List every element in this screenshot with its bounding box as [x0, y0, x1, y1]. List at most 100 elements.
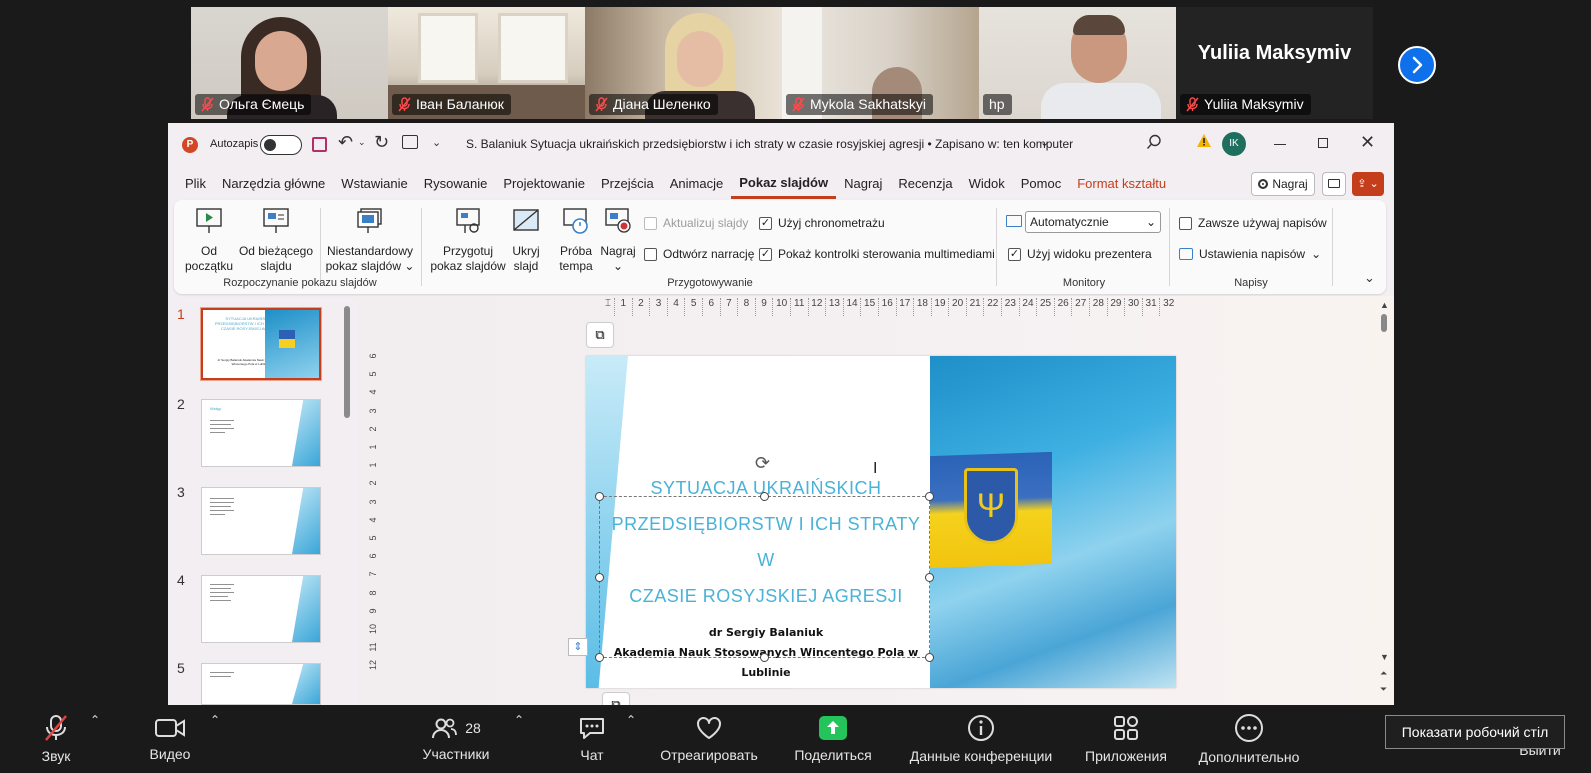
resize-handle[interactable] [760, 492, 769, 501]
ruler-tick-label: 16 [877, 298, 896, 316]
ruler-tick-label: 5 [684, 298, 702, 316]
slide-thumbnail-4[interactable]: ▬▬▬▬▬▬▬▬ ▬▬▬▬▬▬▬ ▬▬▬▬▬▬▬▬ ▬▬▬▬▬▬ ▬▬▬▬▬▬▬ [201, 575, 321, 643]
audio-button[interactable]: Звук [28, 705, 84, 773]
undo-dropdown-icon[interactable]: ⌄ [358, 137, 366, 148]
mic-muted-icon [45, 715, 67, 741]
next-page-button[interactable] [1398, 46, 1436, 84]
record-button[interactable]: Nagraj [1251, 172, 1315, 196]
undo-icon[interactable]: ↶ [338, 132, 353, 153]
thumbnail-scrollbar[interactable] [344, 306, 350, 418]
minimize-button[interactable] [1274, 144, 1286, 145]
group-label-monitors: Monitory [1062, 277, 1106, 289]
tab-recenzja[interactable]: Recenzja [890, 169, 960, 199]
rotate-handle-icon[interactable]: ⟳ [755, 453, 770, 474]
more-icon [1235, 714, 1263, 742]
redo-icon[interactable]: ↻ [374, 132, 389, 153]
audio-options-caret[interactable]: ⌃ [90, 713, 100, 727]
warning-icon[interactable] [1196, 133, 1212, 152]
apps-button[interactable]: Приложения [1078, 705, 1174, 773]
mic-muted-icon [595, 97, 608, 112]
tab-widok[interactable]: Widok [961, 169, 1013, 199]
collapse-ribbon-icon[interactable]: ⌄ [1364, 270, 1375, 286]
slide-thumbnail-1[interactable]: SYTUACJA UKRAIŃSKICH PRZEDSIĘBIORSTW I I… [200, 307, 322, 381]
resize-handle[interactable] [925, 653, 934, 662]
react-button[interactable]: Отреагировать [654, 705, 764, 773]
tab-pokaz-slajdow[interactable]: Pokaz slajdów [731, 169, 837, 199]
resize-handle[interactable] [925, 573, 934, 582]
restore-button[interactable] [1318, 138, 1328, 148]
tab-projektowanie[interactable]: Projektowanie [495, 169, 593, 199]
designer-button[interactable]: ⧉ [586, 322, 614, 348]
powerpoint-window: P Autozapis ↶ ⌄ ↻ ⌄ S. Balaniuk Sytuacja… [168, 123, 1394, 705]
participant-tile-3[interactable]: Діана Шеленко [585, 7, 782, 119]
hide-slide-button[interactable]: Ukryj slajd [508, 206, 544, 274]
tab-nagraj[interactable]: Nagraj [836, 169, 890, 199]
resize-handle[interactable] [925, 492, 934, 501]
designer-button-bottom[interactable]: ⧉ [602, 692, 630, 705]
custom-slideshow-button[interactable]: Niestandardowy pokaz slajdów ⌄ [324, 206, 416, 274]
from-current-slide-button[interactable]: Od bieżącego slajdu [238, 206, 314, 274]
show-media-controls-checkbox[interactable]: ✓ Pokaż kontrolki sterowania multimediami [759, 247, 995, 261]
tab-pomoc[interactable]: Pomoc [1013, 169, 1069, 199]
monitor-icon [1006, 215, 1022, 227]
tab-animacje[interactable]: Animacje [662, 169, 731, 199]
participant-tile-4[interactable]: Mykola Sakhatskyi [782, 7, 979, 119]
tab-narzedzia-glowne[interactable]: Narzędzia główne [214, 169, 333, 199]
from-beginning-button[interactable]: Od początku [184, 206, 234, 274]
update-slides-checkbox[interactable]: Aktualizuj slajdy [644, 216, 748, 230]
slide-thumbnail-5[interactable]: ▬▬▬▬▬▬▬▬ ▬▬▬▬▬▬▬ [201, 663, 321, 705]
tab-plik[interactable]: Plik [177, 169, 214, 199]
chat-options-caret[interactable]: ⌃ [626, 713, 636, 727]
video-options-caret[interactable]: ⌃ [210, 713, 220, 727]
caption-settings-button[interactable]: Ustawienia napisów ⌄ [1179, 247, 1321, 261]
fit-slide-button[interactable]: ⇕ [568, 638, 588, 656]
participant-tile-5-active-speaker[interactable]: hp [979, 7, 1176, 119]
document-title[interactable]: S. Balaniuk Sytuacja ukraińskich przedsi… [466, 137, 1073, 151]
always-captions-checkbox[interactable]: Zawsze używaj napisów [1179, 216, 1327, 230]
autosave-toggle[interactable] [260, 135, 302, 155]
use-timings-checkbox[interactable]: ✓ Użyj chronometrażu [759, 216, 885, 230]
resize-handle[interactable] [760, 653, 769, 662]
slide-thumbnail-2[interactable]: Wstęp ▬▬▬▬▬▬▬▬ ▬▬▬▬▬▬▬ ▬▬▬▬▬▬▬▬ ▬▬▬▬▬ [201, 399, 321, 467]
slide-canvas[interactable]: Ψ SYTUACJA UKRAIŃSKICH PRZEDSIĘBIORSTW I… [586, 356, 1176, 688]
participants-button[interactable]: 28 Участники [420, 705, 492, 773]
save-icon[interactable] [312, 137, 327, 152]
rehearse-timings-button[interactable]: Próba tempa [558, 206, 594, 274]
vertical-ruler: 6 5 4 3 2 1 1 2 3 4 5 6 7 8 9 10 11 12 [366, 351, 380, 691]
ribbon-separator [1169, 208, 1170, 286]
share-screen-button[interactable]: Поделиться [788, 705, 878, 773]
title-dropdown-icon[interactable]: ⌄ [1040, 136, 1049, 149]
participant-tile-2[interactable]: Іван Баланюк [388, 7, 585, 119]
vertical-scrollbar[interactable]: ▲ ▼ ⏶ ⏷ [1380, 300, 1389, 700]
participant-name-tag: hp [983, 94, 1012, 115]
meeting-info-button[interactable]: Данные конференции [900, 705, 1062, 773]
presenter-icon[interactable] [402, 135, 418, 149]
video-button[interactable]: Видео [140, 705, 200, 773]
tab-wstawianie[interactable]: Wstawianie [333, 169, 415, 199]
participant-tile-1[interactable]: Ольга Ємець [191, 7, 388, 119]
tab-format-ksztaltu[interactable]: Format kształtu [1069, 169, 1174, 199]
tab-rysowanie[interactable]: Rysowanie [416, 169, 496, 199]
customize-toolbar-icon[interactable]: ⌄ [432, 136, 441, 149]
tab-przejscia[interactable]: Przejścia [593, 169, 662, 199]
slide-thumbnail-panel: 1 SYTUACJA UKRAIŃSKICH PRZEDSIĘBIORSTW I… [168, 296, 358, 705]
setup-slideshow-button[interactable]: Przygotuj pokaz slajdów [430, 206, 506, 274]
ruler-tick-label: 25 [1036, 298, 1054, 316]
participants-options-caret[interactable]: ⌃ [514, 713, 524, 727]
record-slideshow-button[interactable]: Nagraj ⌄ [600, 206, 636, 274]
resize-handle[interactable] [595, 573, 604, 582]
more-button[interactable]: Дополнительно [1190, 705, 1308, 773]
resize-handle[interactable] [595, 492, 604, 501]
monitor-select[interactable]: Automatycznie ⌄ [1025, 211, 1161, 233]
participant-tile-6[interactable]: Yuliia Maksymiv Yuliia Maksymiv [1176, 7, 1373, 119]
slide-thumbnail-3[interactable]: ▬▬▬▬▬▬▬▬ ▬▬▬▬▬▬▬▬ ▬▬▬▬▬▬▬ ▬▬▬▬▬▬▬▬ ▬▬▬▬▬ [201, 487, 321, 555]
user-avatar[interactable]: IK [1222, 132, 1246, 156]
chat-button[interactable]: Чат [570, 705, 614, 773]
play-narration-checkbox[interactable]: Odtwórz narrację [644, 247, 754, 261]
search-icon[interactable] [1146, 134, 1162, 153]
resize-handle[interactable] [595, 653, 604, 662]
presenter-view-checkbox[interactable]: ✓ Użyj widoku prezentera [1008, 247, 1152, 261]
close-button[interactable]: ✕ [1360, 132, 1375, 153]
comments-button[interactable] [1322, 172, 1346, 196]
share-button[interactable]: ⇪ ⌄ [1352, 172, 1384, 196]
